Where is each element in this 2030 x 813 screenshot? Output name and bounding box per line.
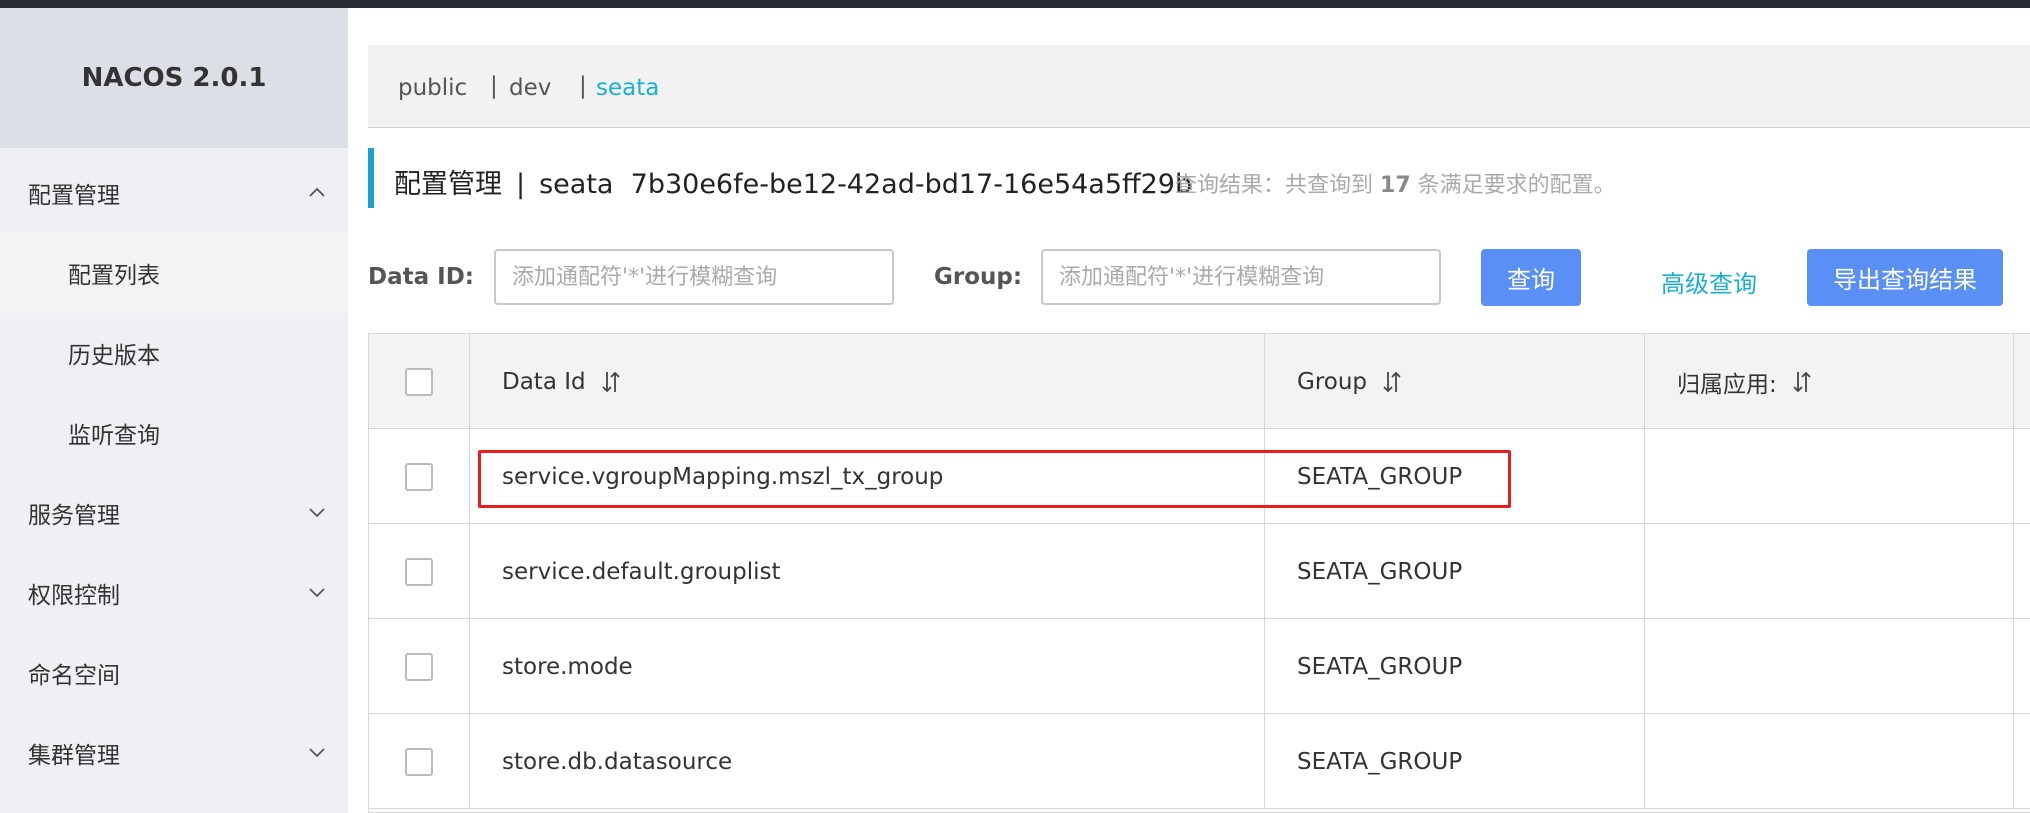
data-id-label: Data ID: <box>368 264 474 290</box>
group-input[interactable] <box>1041 249 1441 305</box>
extra-cell <box>2014 524 2030 619</box>
group-cell: SEATA_GROUP <box>1265 524 1645 619</box>
sidebar-item-label: 命名空间 <box>28 663 120 689</box>
sidebar-item-label: 配置列表 <box>68 263 160 289</box>
group-label: Group: <box>934 264 1023 290</box>
row-checkbox[interactable] <box>405 462 433 491</box>
table-row[interactable]: store.mode SEATA_GROUP <box>369 619 2030 714</box>
group-cell: SEATA_GROUP <box>1265 714 1645 809</box>
title-separator: | <box>516 169 526 200</box>
data-id-input[interactable] <box>494 249 894 305</box>
row-checkbox[interactable] <box>405 557 433 586</box>
namespace-separator: | <box>579 73 587 99</box>
extra-cell <box>2014 429 2030 524</box>
result-count: 17 <box>1380 173 1411 198</box>
config-table: Data Id Group 归属应用: service.vgroupMappin… <box>368 333 2030 813</box>
sidebar-item-config-list[interactable]: 配置列表 <box>0 233 348 313</box>
chevron-down-icon <box>306 581 328 603</box>
table-row[interactable]: service.default.grouplist SEATA_GROUP <box>369 524 2030 619</box>
sidebar-item-label: 集群管理 <box>28 743 120 769</box>
table-header-row: Data Id Group 归属应用: <box>369 334 2030 429</box>
sidebar-item-history[interactable]: 历史版本 <box>0 313 348 393</box>
header-data-id[interactable]: Data Id <box>470 334 1265 429</box>
chevron-up-icon <box>306 181 328 203</box>
page-title-text: 配置管理 <box>394 169 502 200</box>
row-select-cell <box>369 524 470 619</box>
sidebar-item-namespace[interactable]: 命名空间 <box>0 633 348 713</box>
app-cell <box>1645 714 2014 809</box>
namespace-bar: public | dev | seata <box>368 45 2030 128</box>
row-checkbox[interactable] <box>405 747 433 776</box>
sidebar-item-label: 监听查询 <box>68 423 160 449</box>
namespace-id: 7b30e6fe-be12-42ad-bd17-16e54a5ff29b <box>630 169 1193 200</box>
header-app[interactable]: 归属应用: <box>1645 334 2014 429</box>
top-bar <box>0 0 2030 8</box>
title-accent-bar <box>368 148 374 208</box>
sidebar-item-label: 历史版本 <box>68 343 160 369</box>
result-suffix: 条满足要求的配置。 <box>1417 173 1616 198</box>
brand-logo: NACOS 2.0.1 <box>0 8 348 148</box>
chevron-down-icon <box>306 501 328 523</box>
namespace-tab-public[interactable]: public <box>398 75 467 101</box>
namespace-tab-dev[interactable]: dev <box>509 75 551 101</box>
header-extra <box>2014 334 2030 429</box>
table-row[interactable]: store.db.datasource SEATA_GROUP <box>369 714 2030 809</box>
sidebar-item-access-control[interactable]: 权限控制 <box>0 553 348 633</box>
query-result-summary: 查询结果：共查询到 17 条满足要求的配置。 <box>1175 167 1616 199</box>
app-cell <box>1645 524 2014 619</box>
sidebar: NACOS 2.0.1 配置管理 配置列表 历史版本 监听查询 服务管理 权限控… <box>0 8 348 813</box>
namespace-name: seata <box>539 169 614 200</box>
column-header-label: Data Id <box>502 368 586 395</box>
sort-icon[interactable] <box>1381 369 1403 395</box>
sort-icon[interactable] <box>600 369 622 395</box>
table-row[interactable]: service.vgroupMapping.mszl_tx_group SEAT… <box>369 429 2030 524</box>
sidebar-item-config-management[interactable]: 配置管理 <box>0 153 348 233</box>
group-cell: SEATA_GROUP <box>1265 429 1645 524</box>
export-results-button[interactable]: 导出查询结果 <box>1807 249 2003 306</box>
row-checkbox[interactable] <box>405 652 433 681</box>
advanced-query-link[interactable]: 高级查询 <box>1661 264 1757 299</box>
extra-cell <box>2014 714 2030 809</box>
page-title: 配置管理 | seata 7b30e6fe-be12-42ad-bd17-16e54… <box>394 162 1192 201</box>
sidebar-item-label: 权限控制 <box>28 583 120 609</box>
data-id-cell: service.default.grouplist <box>470 524 1265 619</box>
data-id-cell: store.mode <box>470 619 1265 714</box>
column-header-label: Group <box>1297 368 1368 395</box>
select-all-checkbox[interactable] <box>405 367 433 396</box>
namespace-tab-seata[interactable]: seata <box>596 75 659 101</box>
data-id-cell: store.db.datasource <box>470 714 1265 809</box>
data-id-cell: service.vgroupMapping.mszl_tx_group <box>470 429 1265 524</box>
sidebar-item-label: 服务管理 <box>28 503 120 529</box>
namespace-separator: | <box>490 73 498 99</box>
query-button[interactable]: 查询 <box>1481 249 1581 306</box>
sidebar-item-listener-query[interactable]: 监听查询 <box>0 393 348 473</box>
column-header-label: 归属应用: <box>1677 371 1777 398</box>
app-cell <box>1645 429 2014 524</box>
header-select-cell <box>369 334 470 429</box>
row-select-cell <box>369 619 470 714</box>
header-group[interactable]: Group <box>1265 334 1645 429</box>
sidebar-item-service-management[interactable]: 服务管理 <box>0 473 348 553</box>
row-select-cell <box>369 429 470 524</box>
sidebar-item-cluster-management[interactable]: 集群管理 <box>0 713 348 793</box>
extra-cell <box>2014 619 2030 714</box>
result-prefix: 查询结果：共查询到 <box>1175 173 1374 198</box>
row-select-cell <box>369 714 470 809</box>
sidebar-item-label: 配置管理 <box>28 183 120 209</box>
sort-icon[interactable] <box>1791 369 1813 395</box>
chevron-down-icon <box>306 741 328 763</box>
group-cell: SEATA_GROUP <box>1265 619 1645 714</box>
app-cell <box>1645 619 2014 714</box>
